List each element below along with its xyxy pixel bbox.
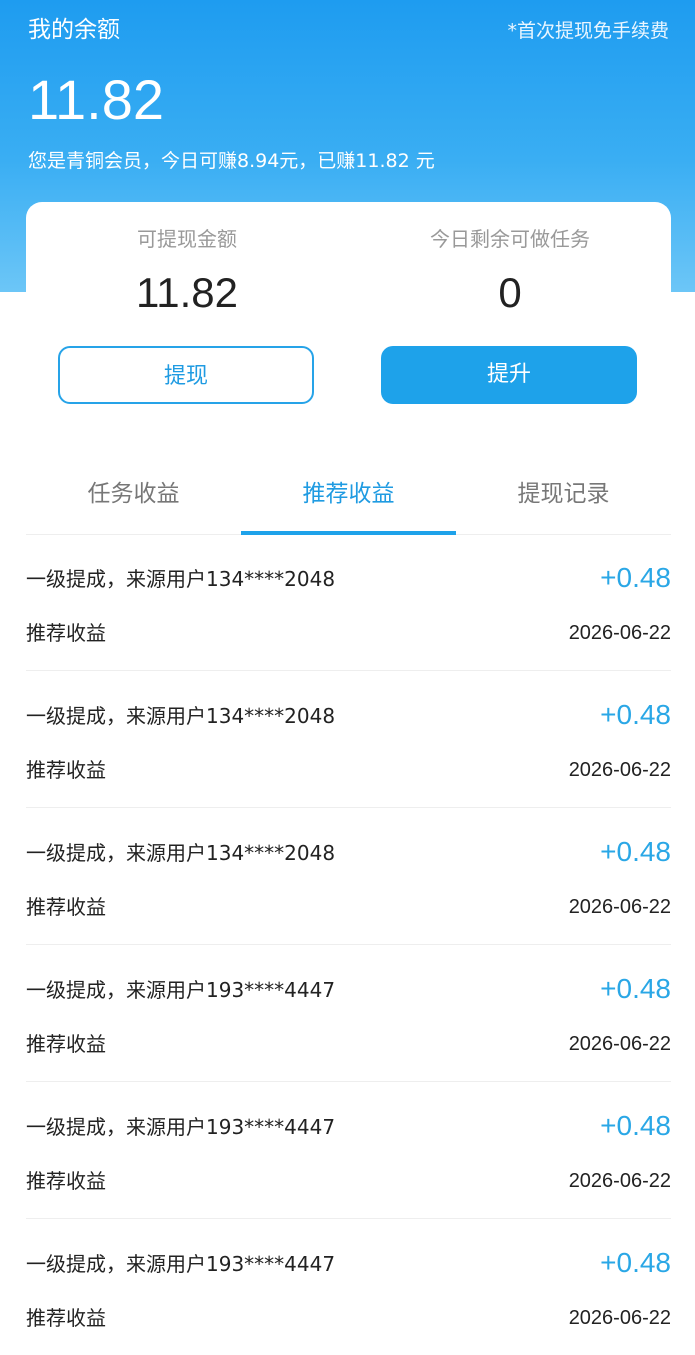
remaining-tasks-label: 今日剩余可做任务 [430, 227, 590, 251]
record-amount: +0.48 [600, 562, 671, 593]
record-amount: +0.48 [600, 1110, 671, 1141]
list-item[interactable]: 一级提成，来源用户134****2048 +0.48 推荐收益 2026-06-… [26, 534, 671, 671]
withdrawable-value: 11.82 [136, 269, 238, 316]
upgrade-button[interactable]: 提升 [381, 346, 637, 404]
remaining-tasks-section: 今日剩余可做任务 0 [349, 202, 671, 318]
record-amount: +0.48 [600, 836, 671, 867]
record-date: 2026-06-22 [568, 759, 671, 781]
record-type: 推荐收益 [26, 621, 106, 645]
record-type: 推荐收益 [26, 1169, 106, 1193]
earnings-list: 一级提成，来源用户134****2048 +0.48 推荐收益 2026-06-… [26, 534, 671, 1355]
remaining-tasks-value: 0 [498, 269, 522, 316]
record-type: 推荐收益 [26, 895, 106, 919]
record-type: 推荐收益 [26, 1306, 106, 1330]
record-title: 一级提成，来源用户134****2048 [26, 704, 336, 728]
record-date: 2026-06-22 [568, 1033, 671, 1055]
page-title: 我的余额 [28, 17, 120, 43]
list-item[interactable]: 一级提成，来源用户193****4447 +0.48 推荐收益 2026-06-… [26, 945, 671, 1082]
record-date: 2026-06-22 [568, 896, 671, 918]
record-title: 一级提成，来源用户193****4447 [26, 1252, 336, 1276]
record-amount: +0.48 [600, 973, 671, 1004]
withdraw-button[interactable]: 提现 [58, 346, 314, 404]
record-title: 一级提成，来源用户193****4447 [26, 978, 336, 1002]
tab-referral-earnings[interactable]: 推荐收益 [241, 462, 456, 532]
record-title: 一级提成，来源用户134****2048 [26, 841, 336, 865]
tab-task-earnings[interactable]: 任务收益 [26, 462, 241, 532]
list-item[interactable]: 一级提成，来源用户134****2048 +0.48 推荐收益 2026-06-… [26, 808, 671, 945]
record-date: 2026-06-22 [568, 1307, 671, 1329]
withdrawable-label: 可提现金额 [137, 227, 237, 251]
member-status-text: 您是青铜会员，今日可赚8.94元，已赚11.82 元 [28, 150, 435, 172]
withdrawable-section: 可提现金额 11.82 [26, 202, 348, 318]
record-title: 一级提成，来源用户134****2048 [26, 567, 336, 591]
record-date: 2026-06-22 [568, 622, 671, 644]
summary-card: 可提现金额 11.82 今日剩余可做任务 0 提现 提升 [26, 202, 671, 432]
list-item[interactable]: 一级提成，来源用户134****2048 +0.48 推荐收益 2026-06-… [26, 671, 671, 808]
fee-free-note: *首次提现免手续费 [507, 20, 669, 42]
record-date: 2026-06-22 [568, 1170, 671, 1192]
record-amount: +0.48 [600, 699, 671, 730]
record-type: 推荐收益 [26, 1032, 106, 1056]
record-title: 一级提成，来源用户193****4447 [26, 1115, 336, 1139]
record-type: 推荐收益 [26, 758, 106, 782]
list-item[interactable]: 一级提成，来源用户193****4447 +0.48 推荐收益 2026-06-… [26, 1082, 671, 1219]
earnings-tabs: 任务收益 推荐收益 提现记录 [26, 462, 671, 535]
list-item[interactable]: 一级提成，来源用户193****4447 +0.48 推荐收益 2026-06-… [26, 1219, 671, 1355]
record-amount: +0.48 [600, 1247, 671, 1278]
balance-amount: 11.82 [28, 68, 164, 131]
tab-withdraw-records[interactable]: 提现记录 [456, 462, 671, 532]
